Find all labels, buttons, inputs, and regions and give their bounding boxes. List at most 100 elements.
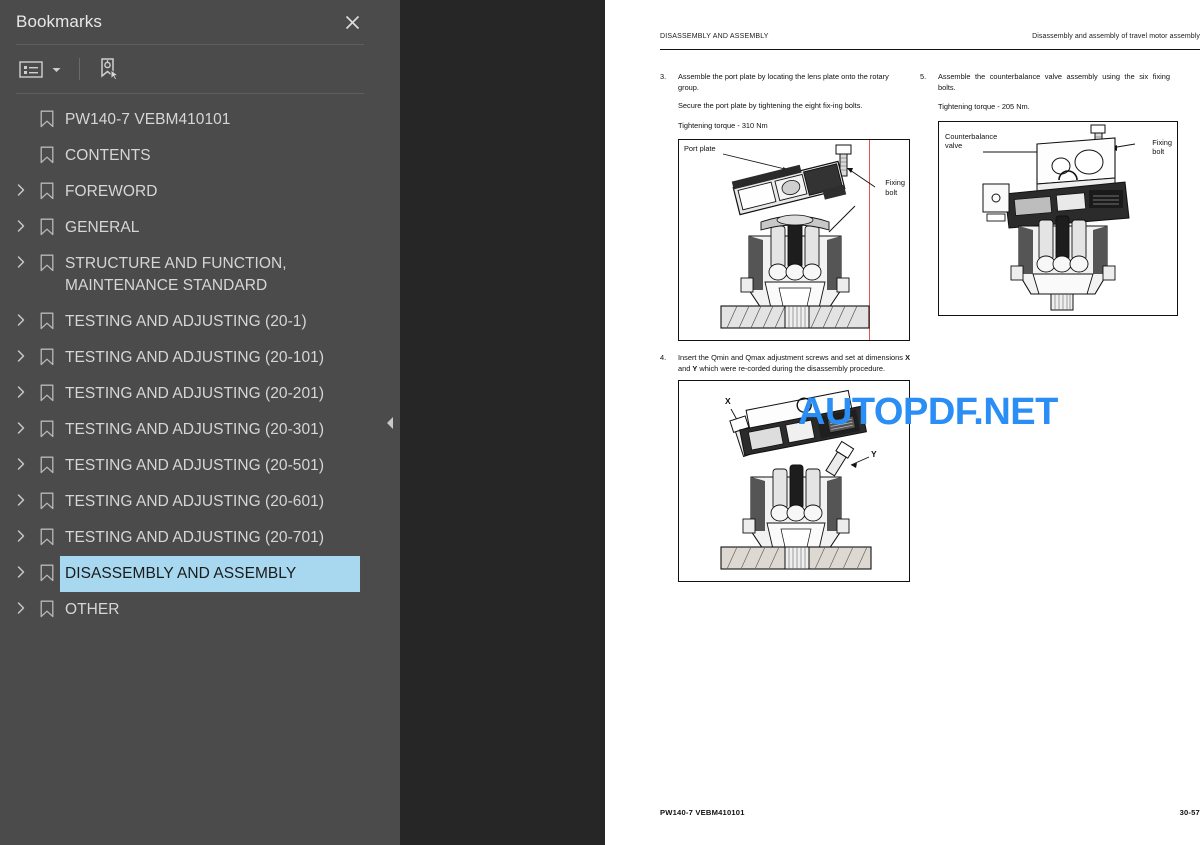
new-bookmark-icon[interactable] <box>94 54 124 84</box>
figure-adjustment-screws-callout-x: X <box>725 396 731 407</box>
bookmark-icon <box>34 484 60 510</box>
step-3: 3. Assemble the port plate by locating t… <box>660 72 910 131</box>
bookmark-icon <box>34 376 60 402</box>
page-header-left: DISASSEMBLY AND ASSEMBLY <box>660 33 769 40</box>
bookmark-icon <box>34 592 60 618</box>
chevron-right-icon[interactable] <box>8 174 34 197</box>
bookmarks-panel-header: Bookmarks <box>0 0 380 44</box>
bookmark-item[interactable]: CONTENTS <box>0 138 380 174</box>
bookmark-label: STRUCTURE AND FUNCTION, MAINTENANCE STAN… <box>65 255 287 294</box>
step-5-body: Assemble the counterbalance valve assemb… <box>938 72 1170 113</box>
bookmark-label: TESTING AND ADJUSTING (20-601) <box>65 493 325 510</box>
bookmark-icon <box>34 412 60 438</box>
figure-counterbalance-valve-callout-fixing-bolt: Fixing bolt <box>1152 137 1172 157</box>
bookmark-toggle-placeholder <box>8 138 34 147</box>
step-5-number: 5. <box>920 72 927 81</box>
page-header-right: Disassembly and assembly of travel motor… <box>1032 33 1200 40</box>
bookmarks-toolbar <box>0 45 380 93</box>
step-5-torque: Tightening torque - 205 Nm. <box>938 102 1030 112</box>
bookmark-item[interactable]: OTHER <box>0 592 380 628</box>
bookmark-icon <box>34 340 60 366</box>
chevron-right-icon[interactable] <box>8 520 34 543</box>
document-page: DISASSEMBLY AND ASSEMBLY Disassembly and… <box>605 0 1200 845</box>
figure-counterbalance-valve-callout-valve: Counterbalance valve <box>945 131 998 151</box>
chevron-right-icon[interactable] <box>8 246 34 269</box>
bookmark-label: FOREWORD <box>65 183 158 200</box>
list-options-icon[interactable] <box>16 54 46 84</box>
chevron-right-icon[interactable] <box>8 448 34 471</box>
page-header-rule <box>660 49 1200 51</box>
bookmark-label: TESTING AND ADJUSTING (20-701) <box>65 529 325 546</box>
bookmark-item[interactable]: TESTING AND ADJUSTING (20-201) <box>0 376 380 412</box>
bookmark-icon <box>34 174 60 200</box>
bookmark-item[interactable]: GENERAL <box>0 210 380 246</box>
bookmark-icon <box>34 210 60 236</box>
chevron-right-icon[interactable] <box>8 484 34 507</box>
page-footer-left: PW140-7 VEBM410101 <box>660 808 745 817</box>
bookmark-icon <box>34 246 60 272</box>
step-3-number: 3. <box>660 72 667 81</box>
pdf-viewer-window: Bookmarks PW140-7 VEBM410101 CONTENTS FO… <box>0 0 1200 845</box>
step-3-body: Assemble the port plate by locating the … <box>678 72 910 131</box>
bookmark-label: TESTING AND ADJUSTING (20-201) <box>65 385 325 402</box>
bookmark-label: DISASSEMBLY AND ASSEMBLY <box>59 555 361 593</box>
page-column-right: 5. Assemble the counterbalance valve ass… <box>920 72 1178 316</box>
chevron-right-icon[interactable] <box>8 376 34 399</box>
page-column-left: 3. Assemble the port plate by locating t… <box>660 72 910 583</box>
chevron-right-icon[interactable] <box>8 592 34 615</box>
figure-adjustment-screws-callout-y: Y <box>871 449 877 460</box>
chevron-right-icon[interactable] <box>8 304 34 327</box>
step-4-para-1: Insert the Qmin and Qmax adjustment scre… <box>678 353 910 373</box>
chevron-right-icon[interactable] <box>8 340 34 363</box>
chevron-right-icon[interactable] <box>8 556 34 579</box>
chevron-right-icon[interactable] <box>8 210 34 233</box>
bookmark-item[interactable]: TESTING AND ADJUSTING (20-601) <box>0 484 380 520</box>
step-3-para-2: Secure the port plate by tightening the … <box>678 101 863 111</box>
figure-port-plate: Port plate Fixing bolt <box>678 139 910 342</box>
bookmark-icon <box>34 138 60 164</box>
step-5-para-1: Assemble the counterbalance valve assemb… <box>938 72 1170 92</box>
toolbar-divider <box>79 58 80 80</box>
page-footer-right: 30-57 <box>1179 808 1200 817</box>
step-4: 4. Insert the Qmin and Qmax adjustment s… <box>660 353 910 374</box>
figure-port-plate-callout-port-plate: Port plate <box>684 144 716 154</box>
bookmark-icon <box>34 448 60 474</box>
chevron-right-icon[interactable] <box>8 412 34 435</box>
bookmark-icon <box>34 556 60 582</box>
bookmark-item[interactable]: TESTING AND ADJUSTING (20-501) <box>0 448 380 484</box>
bookmarks-panel: Bookmarks PW140-7 VEBM410101 CONTENTS FO… <box>0 0 380 845</box>
bookmark-label: CONTENTS <box>65 147 151 164</box>
bookmark-item[interactable]: TESTING AND ADJUSTING (20-101) <box>0 340 380 376</box>
figure-adjustment-screws: X Y <box>678 380 910 583</box>
bookmark-icon <box>34 520 60 546</box>
bookmark-tree: PW140-7 VEBM410101 CONTENTS FOREWORD GENERA… <box>0 94 380 628</box>
bookmark-item[interactable]: DISASSEMBLY AND ASSEMBLY <box>0 555 380 593</box>
bookmark-item[interactable]: TESTING AND ADJUSTING (20-1) <box>0 304 380 340</box>
bookmark-icon <box>34 304 60 330</box>
bookmark-item[interactable]: TESTING AND ADJUSTING (20-301) <box>0 412 380 448</box>
bookmark-label: TESTING AND ADJUSTING (20-1) <box>65 313 307 330</box>
bookmark-label: PW140-7 VEBM410101 <box>65 111 231 128</box>
figure-counterbalance-valve: Counterbalance valve Fixing bolt <box>938 120 1178 316</box>
close-icon[interactable] <box>338 8 366 36</box>
figure-port-plate-callout-fixing-bolt: Fixing bolt <box>885 178 905 197</box>
document-viewport[interactable]: DISASSEMBLY AND ASSEMBLY Disassembly and… <box>380 0 1200 845</box>
bookmark-item[interactable]: PW140-7 VEBM410101 <box>0 102 380 138</box>
chevron-down-icon[interactable] <box>48 54 65 84</box>
bookmark-toggle-placeholder <box>8 102 34 111</box>
step-4-number: 4. <box>660 353 667 363</box>
bookmark-label: TESTING AND ADJUSTING (20-301) <box>65 421 325 438</box>
bookmark-icon <box>34 102 60 128</box>
step-3-torque: Tightening torque - 310 Nm <box>678 120 768 130</box>
chevron-left-icon <box>386 416 393 429</box>
bookmark-item[interactable]: STRUCTURE AND FUNCTION, MAINTENANCE STAN… <box>0 246 380 304</box>
step-5: 5. Assemble the counterbalance valve ass… <box>920 72 1170 113</box>
step-3-para-1: Assemble the port plate by locating the … <box>678 72 889 92</box>
bookmark-label: GENERAL <box>65 219 140 236</box>
bookmark-item[interactable]: FOREWORD <box>0 174 380 210</box>
step-4-body: Insert the Qmin and Qmax adjustment scre… <box>678 353 910 374</box>
sidebar-collapse-handle[interactable] <box>380 0 400 845</box>
bookmark-label: TESTING AND ADJUSTING (20-501) <box>65 457 325 474</box>
bookmark-label: OTHER <box>65 601 120 618</box>
bookmark-item[interactable]: TESTING AND ADJUSTING (20-701) <box>0 520 380 556</box>
